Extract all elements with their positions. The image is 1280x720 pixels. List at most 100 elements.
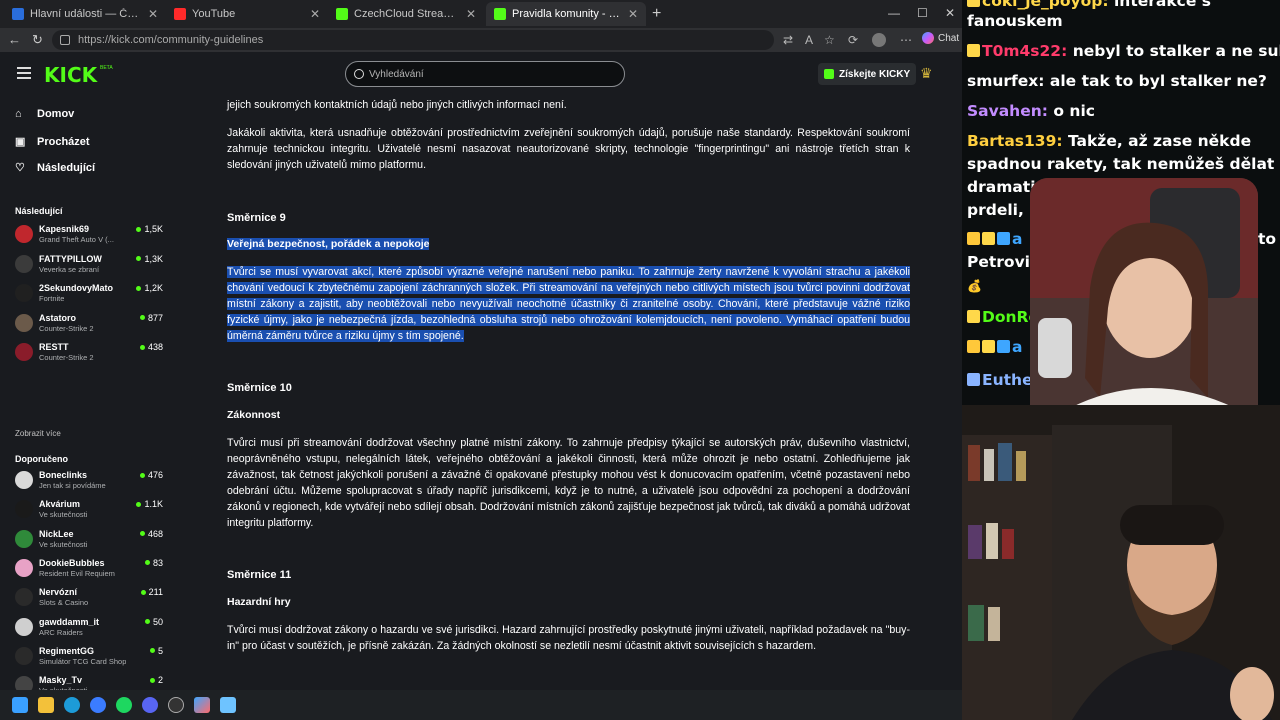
show-more-link[interactable]: Zobrazit více (15, 429, 61, 438)
recommended-item[interactable]: RegimentGG Simulátor TCG Card Shop 5 (15, 644, 163, 670)
following-item[interactable]: Kapesnik69 Grand Theft Auto V (... 1,5K (15, 222, 163, 248)
avatar (15, 225, 33, 243)
address-bar: ← ↻ https://kick.com/community-guideline… (0, 28, 962, 52)
kick-logo[interactable]: KICK (44, 63, 97, 87)
obs-icon[interactable] (168, 697, 184, 713)
channel-name: Boneclinks (39, 470, 88, 480)
chat-text: spadnou rakety, tak nemůžeš dělat (967, 155, 1275, 173)
url-field[interactable]: https://kick.com/community-guidelines (52, 30, 774, 50)
kicky-icon (824, 69, 834, 79)
channel-category: Veverka se zbraní (39, 264, 100, 274)
back-icon[interactable]: ← (8, 32, 21, 47)
tab-youtube[interactable]: YouTube ✕ (166, 2, 328, 26)
following-item[interactable]: 2SekundovyMato Fortnite 1,2K (15, 281, 163, 307)
recommended-item[interactable]: gawddamm_it ARC Raiders 50 (15, 615, 163, 641)
chat-username[interactable]: smurfex: (967, 72, 1050, 90)
messenger-icon[interactable] (90, 697, 106, 713)
tab-bar: Hlavní události — ČT24 — Česká t ✕ YouTu… (0, 0, 962, 28)
live-dot-icon (144, 560, 150, 566)
viewer-count: 476 (139, 470, 163, 480)
avatar (15, 254, 33, 273)
recommended-item[interactable]: NickLee Ve skutečnosti 468 (15, 527, 163, 553)
user-avatar-icon[interactable]: ♛ (920, 65, 933, 82)
chat-username[interactable]: coki_je_poyop: (982, 0, 1114, 10)
viewer-count: 1,3K (136, 254, 163, 264)
maximize-icon[interactable]: ☐ (917, 6, 928, 20)
live-dot-icon (139, 344, 145, 350)
recommended-item[interactable]: Akvárium Ve skutečnosti 1.1K (15, 497, 163, 523)
translate-icon[interactable]: ⇄ (783, 33, 793, 47)
close-icon[interactable]: ✕ (310, 7, 320, 21)
extensions-icon[interactable]: ⟳ (848, 33, 858, 47)
spotify-icon[interactable] (116, 697, 132, 713)
live-dot-icon (136, 256, 142, 261)
close-icon[interactable]: ✕ (148, 7, 158, 21)
close-icon[interactable]: ✕ (466, 7, 476, 21)
file-explorer-icon[interactable] (38, 697, 54, 713)
get-kicky-button[interactable]: Získejte KICKY (818, 63, 917, 85)
paragraph-privacy-end: jejich soukromých kontaktních údajů nebo… (227, 99, 567, 111)
kick-favicon-icon (336, 8, 348, 20)
chat-username[interactable]: Savahen: (967, 102, 1053, 120)
reload-icon[interactable]: ↻ (32, 32, 43, 48)
viewer-count-value: 83 (152, 557, 163, 568)
site-info-icon[interactable] (60, 35, 70, 45)
chat-badge-icon (967, 232, 980, 245)
recommended-section-title: Doporučeno (15, 454, 68, 464)
guideline-11-paragraph: Tvůrci musí dodržovat zákony o hazardu v… (227, 624, 910, 652)
recommended-item[interactable]: Masky_TvVe skutečnosti2 (15, 673, 163, 690)
guideline-11-heading: Směrnice 11 (227, 569, 292, 581)
chat-username[interactable]: T0m4s22: (982, 42, 1073, 60)
recommended-item[interactable]: Nervózní Slots & Casino 211 (15, 585, 163, 611)
chat-text: o nic (1053, 102, 1095, 120)
notepad-icon[interactable] (220, 697, 236, 713)
edge-icon[interactable] (64, 697, 80, 713)
chat-message: Savahen: o nic (967, 100, 1095, 123)
discord-icon[interactable] (142, 697, 158, 713)
chat-username[interactable]: Bartas139: (967, 132, 1068, 150)
sidebar-item-browse[interactable]: ▣ Procházet (15, 135, 90, 149)
following-item[interactable]: RESTT Counter-Strike 2 438 (15, 340, 163, 366)
chat-username[interactable]: Euthe (982, 371, 1033, 389)
tab-kick-guidelines[interactable]: Pravidla komunity - Kick Streamin ✕ (486, 2, 646, 26)
viewer-count-value: 468 (147, 528, 163, 539)
channel-name: 2SekundovyMato (39, 283, 114, 293)
viewer-count-value: 877 (147, 312, 163, 323)
following-item[interactable]: Astatoro Counter-Strike 2 877 (15, 311, 163, 337)
recommended-item[interactable]: Boneclinks Jen tak si povídáme 476 (15, 468, 163, 494)
guideline-9-heading: Směrnice 9 (227, 212, 286, 224)
menu-icon[interactable] (17, 67, 31, 79)
live-dot-icon (139, 315, 145, 320)
copilot-chat-button[interactable]: Chat (922, 32, 959, 44)
channel-name: NickLee (39, 528, 74, 539)
tab-czechcloud[interactable]: CzechCloud Stream - Watch Live o ✕ (328, 2, 484, 26)
sidebar-item-following[interactable]: ♡ Následující (15, 161, 95, 175)
reader-icon[interactable]: A (805, 33, 813, 47)
chat-text: fanouskem (967, 12, 1063, 30)
windows-start-icon[interactable] (12, 697, 28, 713)
channel-category: ARC Raiders (39, 627, 83, 637)
search-input[interactable]: Vyhledávání (345, 61, 625, 87)
guideline-10-paragraph: Tvůrci musí při streamování dodržovat vš… (227, 437, 910, 529)
following-item[interactable]: FATTYPILLOW Veverka se zbraní 1,3K (15, 252, 163, 278)
viewer-count-value: 211 (148, 587, 163, 598)
close-window-icon[interactable]: ✕ (945, 6, 955, 20)
minimize-icon[interactable]: — (888, 6, 900, 20)
taskbar (0, 690, 962, 720)
close-icon[interactable]: ✕ (628, 7, 638, 21)
copilot-icon[interactable] (194, 697, 210, 713)
channel-name: FATTYPILLOW (39, 253, 102, 264)
avatar (15, 529, 33, 548)
chat-username[interactable]: a (1012, 338, 1022, 356)
favorite-icon[interactable]: ☆ (824, 33, 835, 47)
profile-avatar[interactable] (872, 33, 886, 47)
more-icon[interactable]: ⋯ (900, 33, 912, 47)
viewer-count: 211 (140, 587, 163, 598)
sidebar-item-home[interactable]: ⌂ Domov (15, 108, 74, 120)
new-tab-icon[interactable]: + (652, 5, 661, 23)
chat-message: fanouskem (967, 10, 1063, 33)
recommended-item[interactable]: DookieBubbles Resident Evil Requiem 83 (15, 556, 163, 582)
chat-username[interactable]: a (1012, 230, 1022, 248)
avatar (15, 558, 33, 577)
tab-ct24[interactable]: Hlavní události — ČT24 — Česká t ✕ (4, 2, 166, 26)
